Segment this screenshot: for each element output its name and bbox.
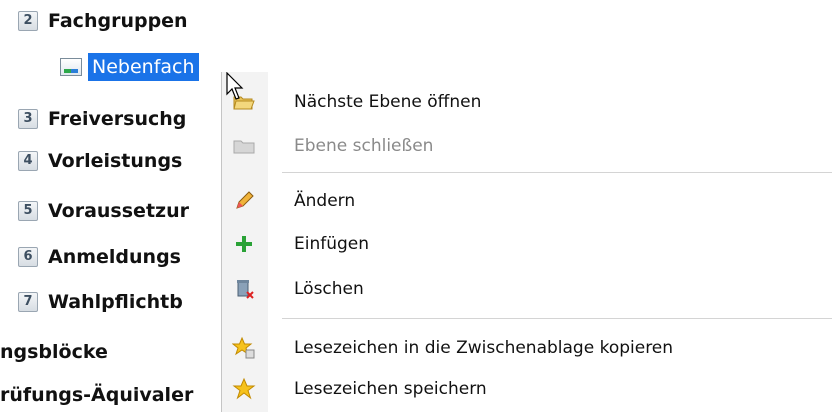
menu-item-insert[interactable]: Einfügen [222, 224, 833, 264]
tree-node-label: Freiversuchg [48, 108, 187, 130]
selected-node-label[interactable]: Nebenfach [88, 53, 199, 81]
menu-item-label: Einfügen [294, 234, 370, 254]
menu-separator [282, 318, 832, 319]
menu-item-label: Lesezeichen in die Zwischenablage kopier… [294, 338, 674, 358]
tree-node-pruefungsbloecke[interactable]: ngsblöcke [0, 337, 108, 367]
menu-item-save-bookmark[interactable]: Lesezeichen speichern [222, 369, 833, 409]
star-icon [232, 377, 256, 401]
trash-icon [232, 277, 256, 301]
pencil-icon [232, 189, 256, 213]
tree-node-wahlpflicht[interactable]: 7 Wahlpflichtb [18, 287, 183, 317]
menu-item-edit[interactable]: Ändern [222, 181, 833, 221]
star-copy-icon [232, 336, 256, 360]
tree-node-label: Wahlpflichtb [48, 291, 183, 313]
menu-separator [282, 172, 832, 173]
folder-closed-icon [232, 134, 256, 158]
menu-item-label: Lesezeichen speichern [294, 379, 487, 399]
node-number-badge: 6 [18, 247, 38, 267]
node-number-badge: 5 [18, 201, 38, 221]
tree-node-fachgruppen[interactable]: 2 Fachgruppen [18, 6, 188, 36]
menu-item-label: Ändern [294, 191, 356, 211]
mouse-cursor-icon [226, 72, 244, 100]
node-number-badge: 7 [18, 292, 38, 312]
tree-node-nebenfach[interactable]: Nebenfach [60, 50, 199, 84]
node-number-badge: 3 [18, 109, 38, 129]
tree-node-label: Anmeldungs [48, 246, 181, 268]
tree-node-anmeldung[interactable]: 6 Anmeldungs [18, 242, 181, 272]
menu-item-close-level[interactable]: Ebene schließen [222, 126, 833, 166]
menu-item-label: Ebene schließen [294, 136, 434, 156]
tree-node-aequivalenz[interactable]: rüfungs-Äquivaler [0, 380, 193, 410]
menu-item-open-level[interactable]: Nächste Ebene öffnen [222, 82, 833, 122]
context-menu: Nächste Ebene öffnen Ebene schließen Änd… [221, 72, 833, 412]
menu-item-delete[interactable]: Löschen [222, 269, 833, 309]
tree-node-label: rüfungs-Äquivaler [0, 384, 194, 406]
tree-node-voraussetzung[interactable]: 5 Voraussetzur [18, 196, 189, 226]
tree-node-vorleistung[interactable]: 4 Vorleistungs [18, 146, 182, 176]
tree-node-freiversuch[interactable]: 3 Freiversuchg [18, 104, 186, 134]
menu-item-label: Löschen [294, 279, 364, 299]
node-number-badge: 2 [18, 11, 38, 31]
tree-node-label: ngsblöcke [0, 341, 108, 363]
menu-item-copy-bookmark[interactable]: Lesezeichen in die Zwischenablage kopier… [222, 328, 833, 368]
menu-item-label: Nächste Ebene öffnen [294, 92, 482, 112]
plus-icon [232, 232, 256, 256]
leaf-node-icon [60, 58, 82, 76]
tree-node-label: Vorleistungs [48, 150, 183, 172]
tree-node-label: Voraussetzur [48, 200, 189, 222]
tree-node-label: Fachgruppen [48, 10, 188, 32]
node-number-badge: 4 [18, 151, 38, 171]
